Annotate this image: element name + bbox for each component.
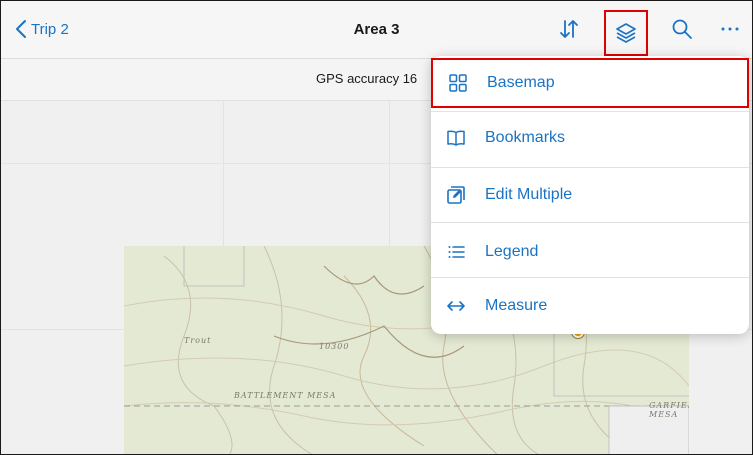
- back-label: Trip 2: [31, 20, 69, 38]
- menu-item-label: Basemap: [487, 74, 555, 91]
- menu-divider: [431, 277, 749, 278]
- layers-icon: [616, 23, 636, 43]
- menu-item-bookmarks[interactable]: Bookmarks: [431, 112, 749, 164]
- book-icon: [445, 127, 467, 149]
- map-label: Trout: [184, 336, 212, 345]
- menu-item-label: Legend: [485, 243, 539, 260]
- layers-menu: Basemap Bookmarks Edit Multiple Legend M…: [431, 56, 749, 334]
- menu-item-label: Edit Multiple: [485, 186, 573, 203]
- map-label: 10300: [319, 342, 350, 351]
- menu-divider: [431, 167, 749, 168]
- back-button[interactable]: Trip 2: [15, 15, 69, 43]
- map-label: BATTLEMENT MESA: [234, 391, 337, 400]
- sort-button[interactable]: [551, 11, 587, 47]
- edit-multiple-icon: [445, 184, 467, 206]
- menu-divider: [431, 222, 749, 223]
- menu-item-basemap[interactable]: Basemap: [431, 58, 749, 108]
- menu-item-measure[interactable]: Measure: [431, 280, 749, 332]
- more-dots-icon: [721, 27, 739, 31]
- navigation-bar: Trip 2 Area 3: [1, 1, 752, 59]
- measure-arrows-icon: [445, 295, 467, 317]
- sort-arrows-icon: [560, 20, 578, 38]
- layers-button[interactable]: [604, 10, 648, 56]
- more-button[interactable]: [712, 11, 748, 47]
- gps-accuracy-text: GPS accuracy 16: [316, 71, 418, 86]
- search-icon: [672, 19, 692, 39]
- list-icon: [445, 241, 467, 263]
- app-window: Trip 2 Area 3 GPS accuracy 16 BATTLEMENT…: [0, 0, 753, 455]
- menu-item-legend[interactable]: Legend: [431, 226, 749, 278]
- chevron-left-icon: [16, 20, 26, 38]
- menu-item-label: Measure: [485, 297, 548, 314]
- map-label: GARFIEL MESA: [649, 401, 689, 419]
- menu-item-label: Bookmarks: [485, 129, 566, 146]
- search-button[interactable]: [664, 11, 700, 47]
- menu-item-edit-multiple[interactable]: Edit Multiple: [431, 169, 749, 221]
- basemap-grid-icon: [447, 72, 469, 94]
